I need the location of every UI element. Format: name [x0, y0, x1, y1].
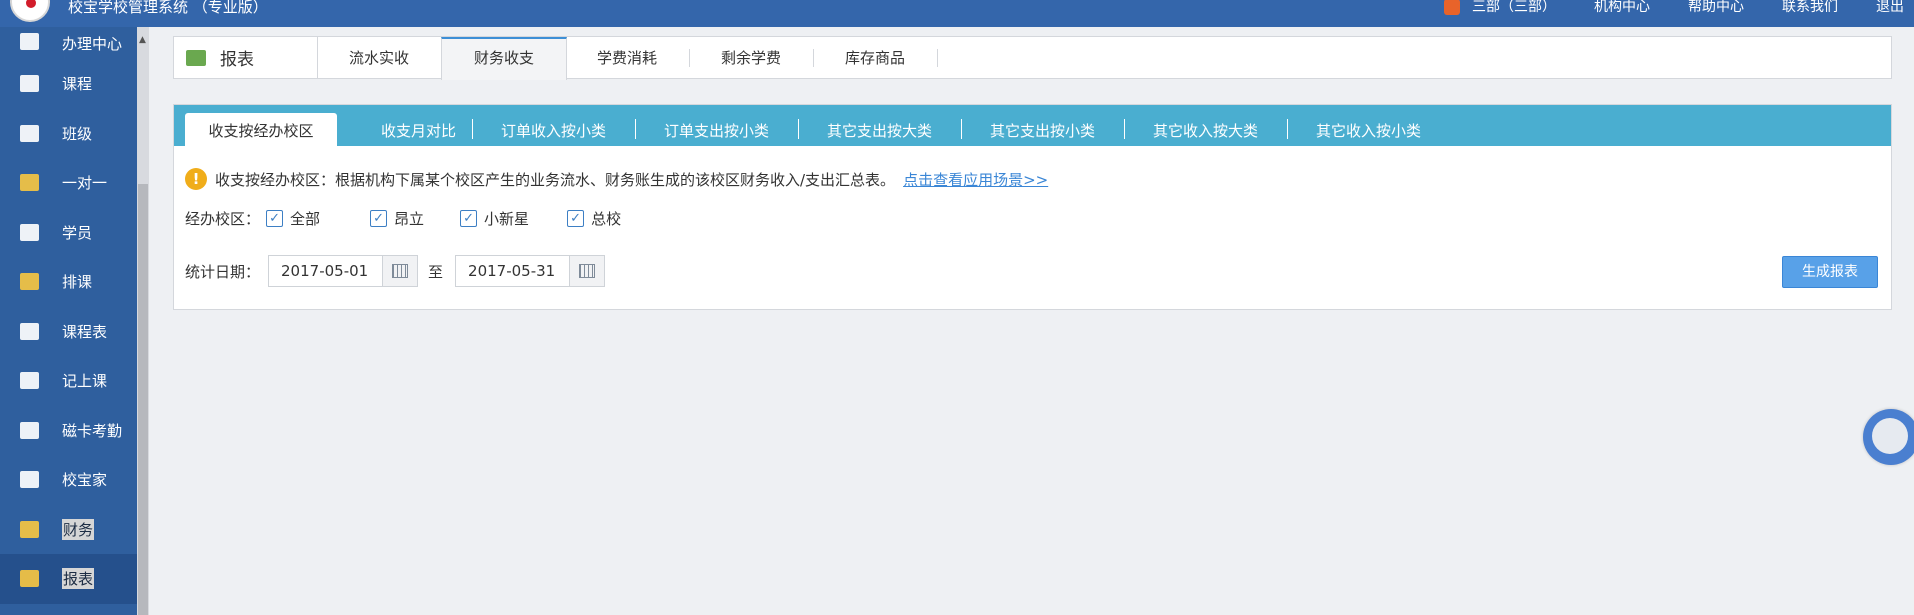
sidebar-item-xiaobao-home[interactable]: 校宝家	[0, 455, 137, 505]
campus-filter-label: 经办校区：	[185, 210, 261, 228]
sidebar-item-course[interactable]: 课程	[0, 59, 137, 109]
checkbox-label: 全部	[290, 210, 321, 228]
subtab-other-expense-category[interactable]: 其它支出按大类	[798, 113, 961, 146]
sidebar-item-label: 学员	[62, 223, 93, 242]
one-on-one-icon	[20, 174, 39, 192]
notice-text: 收支按经办校区：根据机构下属某个校区产生的业务流水、财务账生成的该校区财务收入/…	[215, 170, 896, 189]
sidebar-item-label: 班级	[62, 124, 93, 143]
campus-filter: 经办校区： ✓ 全部 ✓ 昂立 ✓ 小新星 ✓ 总校	[185, 208, 633, 229]
tab-cash-flow[interactable]: 流水实收	[317, 37, 441, 78]
logout-link[interactable]: 退出	[1876, 0, 1904, 16]
checkbox-check-icon[interactable]: ✓	[370, 210, 388, 227]
handle-center-icon	[20, 33, 39, 50]
sidebar-item-label: 课程	[62, 75, 93, 94]
report-tabs-bar: 报表 流水实收 财务收支 学费消耗 剩余学费 库存商品	[173, 36, 1892, 80]
sidebar-menu: 办理中心 课程 班级 一对一 学员 排课 课程表 记上课 磁卡考勤 校宝家 财务…	[0, 27, 137, 604]
sidebar-item-label: 校宝家	[62, 471, 108, 490]
end-date-input[interactable]: 2017-05-31	[455, 255, 606, 287]
contact-link[interactable]: 联系我们	[1782, 0, 1838, 16]
calendar-icon[interactable]	[569, 256, 605, 286]
checkbox-check-icon[interactable]: ✓	[567, 210, 585, 227]
schedule-icon	[20, 273, 39, 291]
xiaobao-home-icon	[20, 471, 39, 489]
end-date-value: 2017-05-31	[468, 262, 556, 280]
help-center-link[interactable]: 帮助中心	[1688, 0, 1744, 16]
sidebar-item-label: 记上课	[62, 372, 108, 391]
start-date-value: 2017-05-01	[281, 262, 369, 280]
sidebar-item-label: 办理中心	[62, 35, 123, 53]
tab-inventory[interactable]: 库存商品	[813, 37, 937, 78]
app-title: 校宝学校管理系统 （专业版）	[68, 0, 268, 16]
sidebar-item-label: 课程表	[62, 322, 108, 341]
sidebar-item-one-on-one[interactable]: 一对一	[0, 158, 137, 208]
sidebar-scroll-thumb[interactable]	[138, 184, 148, 615]
class-icon	[20, 124, 39, 142]
date-filter: 统计日期： 2017-05-01 至 2017-05-31	[185, 255, 606, 287]
sidebar-item-label: 排课	[62, 273, 93, 292]
sidebar-item-handle-center[interactable]: 办理中心	[0, 27, 137, 59]
timetable-icon	[20, 322, 39, 340]
scenario-link[interactable]: 点击查看应用场景>>	[903, 169, 1048, 190]
checkbox-angli[interactable]: ✓ 昂立	[370, 208, 424, 229]
sidebar-item-attendance-record[interactable]: 记上课	[0, 356, 137, 406]
tab-finance-income-expense[interactable]: 财务收支	[441, 37, 567, 80]
checkbox-label: 昂立	[394, 210, 425, 228]
floating-assistant-icon[interactable]	[1863, 409, 1914, 465]
tab-remaining-tuition[interactable]: 剩余学费	[689, 37, 813, 78]
checkbox-check-icon[interactable]: ✓	[266, 210, 284, 227]
sidebar-item-finance[interactable]: 财务	[0, 505, 137, 555]
sidebar-item-schedule[interactable]: 排课	[0, 257, 137, 307]
report-icon	[20, 570, 39, 588]
sidebar: 办理中心 课程 班级 一对一 学员 排课 课程表 记上课 磁卡考勤 校宝家 财务…	[0, 27, 137, 615]
subtab-order-expense-subcategory[interactable]: 订单支出按小类	[635, 113, 798, 146]
checkbox-check-icon[interactable]: ✓	[460, 210, 478, 227]
date-separator: 至	[428, 262, 444, 281]
checkbox-all[interactable]: ✓ 全部	[266, 208, 320, 229]
top-nav: 三部（三部） 机构中心 帮助中心 联系我们 退出	[1406, 0, 1904, 16]
subtab-other-income-category[interactable]: 其它收入按大类	[1124, 113, 1287, 146]
card-attendance-icon	[20, 421, 39, 439]
student-icon	[20, 223, 39, 241]
user-name: 三部（三部）	[1472, 0, 1556, 15]
page-title: 报表	[220, 50, 254, 70]
top-bar: 校宝学校管理系统 （专业版） 三部（三部） 机构中心 帮助中心 联系我们 退出	[0, 0, 1914, 27]
tab-tuition-consumption[interactable]: 学费消耗	[565, 37, 689, 78]
report-chart-icon	[186, 49, 206, 66]
checkbox-label: 总校	[591, 210, 622, 228]
subtab-order-income-subcategory[interactable]: 订单收入按小类	[472, 113, 635, 146]
warning-icon: !	[185, 168, 207, 190]
sidebar-item-label: 一对一	[62, 174, 108, 193]
sidebar-item-label: 磁卡考勤	[62, 421, 123, 440]
subtab-by-campus[interactable]: 收支按经办校区	[185, 113, 337, 146]
subtab-other-income-subcategory[interactable]: 其它收入按小类	[1287, 113, 1450, 146]
report-panel: 收支按经办校区 收支月对比 订单收入按小类 订单支出按小类 其它支出按大类 其它…	[173, 104, 1892, 310]
checkbox-xiaoxinxing[interactable]: ✓ 小新星	[460, 208, 529, 229]
tab-divider	[937, 49, 938, 67]
start-date-input[interactable]: 2017-05-01	[268, 255, 419, 287]
generate-report-button[interactable]: 生成报表	[1782, 256, 1878, 288]
report-title: 报表	[174, 37, 318, 78]
checkbox-label: 小新星	[484, 210, 530, 228]
sidebar-item-label: 财务	[62, 518, 95, 540]
attendance-record-icon	[20, 372, 39, 390]
course-icon	[20, 75, 39, 93]
user-icon	[1444, 0, 1460, 15]
sidebar-item-label: 报表	[62, 568, 95, 590]
app-logo	[10, 0, 50, 22]
sidebar-item-card-attendance[interactable]: 磁卡考勤	[0, 406, 137, 456]
user-menu[interactable]: 三部（三部）	[1444, 0, 1556, 16]
checkbox-main-campus[interactable]: ✓ 总校	[567, 208, 621, 229]
sidebar-item-timetable[interactable]: 课程表	[0, 307, 137, 357]
subtab-other-expense-subcategory[interactable]: 其它支出按小类	[961, 113, 1124, 146]
scroll-up-icon[interactable]: ▲	[139, 35, 146, 45]
org-center-link[interactable]: 机构中心	[1594, 0, 1650, 16]
sidebar-item-class[interactable]: 班级	[0, 109, 137, 159]
finance-icon	[20, 520, 39, 538]
date-filter-label: 统计日期：	[185, 262, 261, 281]
sub-tabs-bar: 收支按经办校区 收支月对比 订单收入按小类 订单支出按小类 其它支出按大类 其它…	[174, 105, 1891, 146]
sidebar-item-report[interactable]: 报表	[0, 554, 137, 604]
sidebar-item-student[interactable]: 学员	[0, 208, 137, 258]
notice: ! 收支按经办校区：根据机构下属某个校区产生的业务流水、财务账生成的该校区财务收…	[185, 168, 1048, 190]
calendar-icon[interactable]	[382, 256, 418, 286]
